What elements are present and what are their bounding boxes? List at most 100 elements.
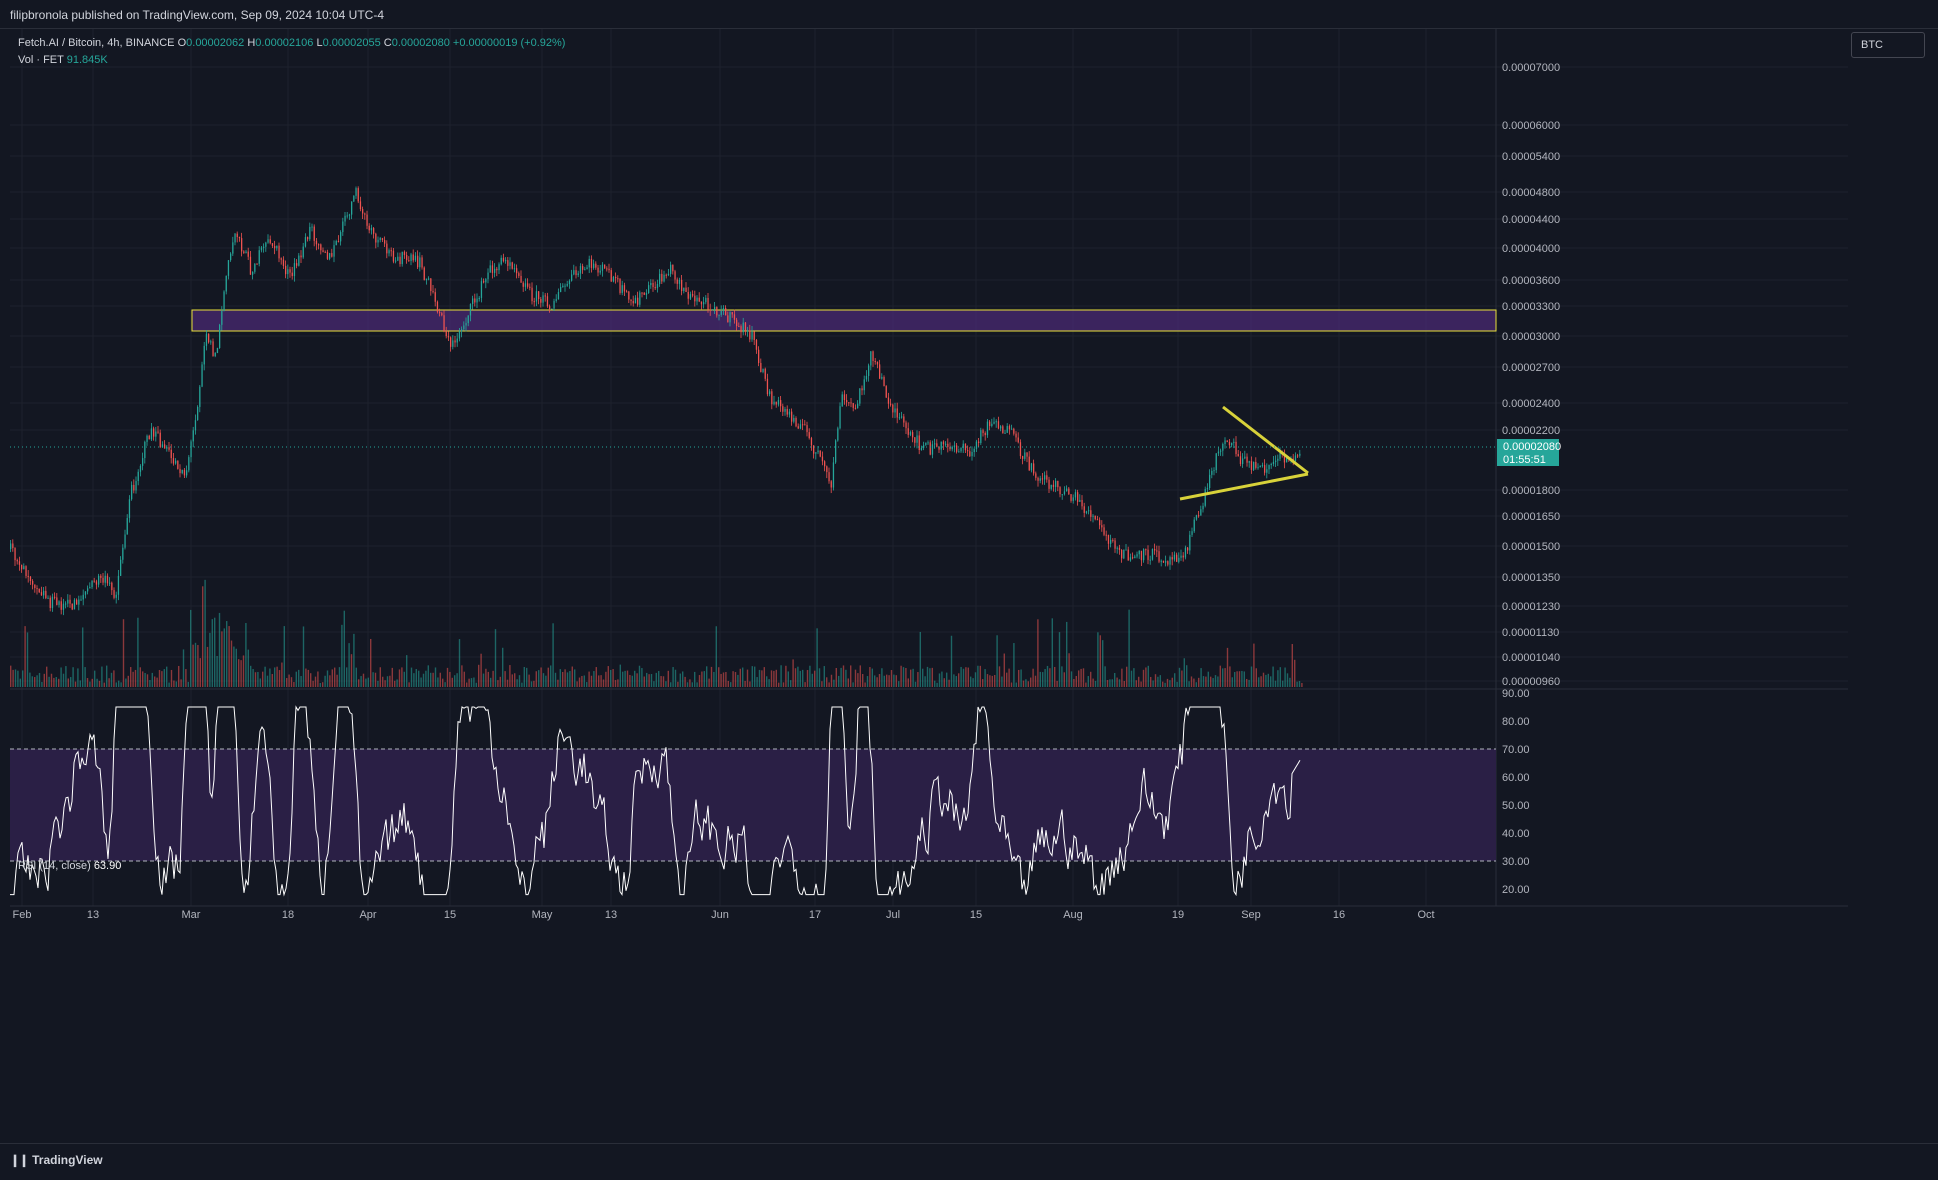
candle-body [47, 597, 49, 599]
candle-body [335, 240, 337, 246]
candle-body [188, 457, 190, 471]
candle-body [588, 258, 590, 268]
candle-body [593, 263, 595, 268]
candle-body [769, 391, 771, 395]
volume-bar [274, 667, 276, 687]
volume-bar [610, 669, 612, 687]
volume-bar [31, 676, 33, 687]
candle-body [1057, 480, 1059, 488]
candle-body [197, 406, 199, 421]
candle-body [219, 324, 221, 349]
volume-bar [1222, 668, 1224, 687]
candle-body [507, 260, 509, 266]
volume-bar [725, 671, 727, 687]
candle-body [1226, 440, 1228, 442]
volume-bar [398, 669, 401, 687]
volume-bar [362, 673, 365, 687]
candle-body [1107, 535, 1110, 544]
candle-body [850, 402, 852, 404]
time-axis-label: Aug [1063, 909, 1083, 921]
volume-bar [156, 677, 158, 687]
volume-bar [588, 671, 590, 687]
tradingview-logo[interactable]: ❙❙ TradingView [10, 1153, 103, 1167]
volume-bar [439, 672, 441, 687]
candle-body [491, 265, 494, 273]
volume-bar [934, 680, 936, 687]
candle-body [236, 233, 238, 238]
candle-body [287, 269, 289, 275]
volume-bar [173, 680, 175, 687]
volume-bar [348, 643, 350, 687]
candle-body [249, 256, 252, 275]
candle-body [918, 435, 920, 451]
chart-canvas[interactable]: 0.0000208001:55:51 0.000070000.000060000… [10, 29, 1848, 1142]
rsi-label[interactable]: RSI (14, close) [18, 860, 91, 872]
candle-body [518, 273, 520, 276]
volume-bar [312, 680, 314, 687]
volume-bar [886, 674, 888, 687]
candle-body [208, 333, 210, 343]
high-value: 0.00002106 [255, 37, 314, 49]
volume-bar [1097, 632, 1099, 687]
candle-body [212, 341, 214, 357]
time-axis-label: Feb [13, 909, 32, 921]
candle-body [804, 424, 806, 426]
candle-body [1294, 455, 1297, 462]
volume-bar [946, 672, 948, 687]
volume-bar [766, 676, 768, 687]
volume-bar [1260, 676, 1262, 687]
volume-bar [26, 632, 29, 687]
candle-body [302, 246, 304, 258]
volume-bar [1265, 674, 1267, 687]
candle-body [399, 256, 401, 265]
candle-body [546, 296, 549, 307]
symbol-name[interactable]: Fetch.AI / Bitcoin, 4h, BINANCE [18, 37, 175, 49]
currency-badge[interactable]: BTC [1851, 32, 1925, 58]
volume-label[interactable]: Vol · FET [18, 54, 64, 66]
volume-bar [1272, 666, 1274, 687]
volume-bar [1296, 681, 1298, 687]
volume-bar [218, 612, 221, 687]
volume-bar [384, 680, 386, 687]
candle-body [267, 239, 269, 243]
candle-body [857, 403, 859, 409]
candle-body [14, 548, 16, 561]
volume-bar [878, 674, 881, 687]
candle-body [150, 428, 153, 440]
volume-bar [535, 671, 537, 687]
volume-bar [847, 678, 849, 687]
candle-body [232, 242, 234, 254]
candle-body [216, 348, 219, 353]
candle-body [1063, 491, 1066, 495]
volume-bar [658, 670, 660, 687]
candle-body [821, 456, 824, 462]
volume-bar [458, 639, 461, 687]
volume-bar [48, 676, 50, 687]
candle-body [628, 291, 630, 300]
volume-bar [223, 628, 225, 687]
volume-bar [108, 678, 110, 687]
candle-body [1077, 492, 1079, 502]
volume-bar [960, 666, 962, 687]
rsi-value: 63.90 [93, 860, 122, 872]
candle-body [183, 469, 186, 476]
volume-bar [1013, 643, 1015, 687]
resistance-zone[interactable] [191, 309, 1497, 332]
candle-body [430, 278, 432, 292]
candle-body [331, 253, 333, 257]
volume-bar [1294, 659, 1296, 687]
volume-bar [545, 675, 547, 687]
volume-bar [1104, 666, 1106, 687]
volume-bar [554, 672, 557, 687]
candle-body [263, 246, 265, 248]
candle-body [252, 271, 254, 275]
candle-body [841, 394, 843, 407]
volume-bar [1147, 665, 1149, 687]
candle-body [551, 308, 553, 310]
candle-body [755, 339, 758, 350]
time-axis-label: 15 [970, 909, 982, 921]
candle-body [678, 279, 681, 284]
candle-body [795, 417, 797, 427]
candle-body [256, 263, 258, 265]
candle-body [883, 377, 885, 387]
